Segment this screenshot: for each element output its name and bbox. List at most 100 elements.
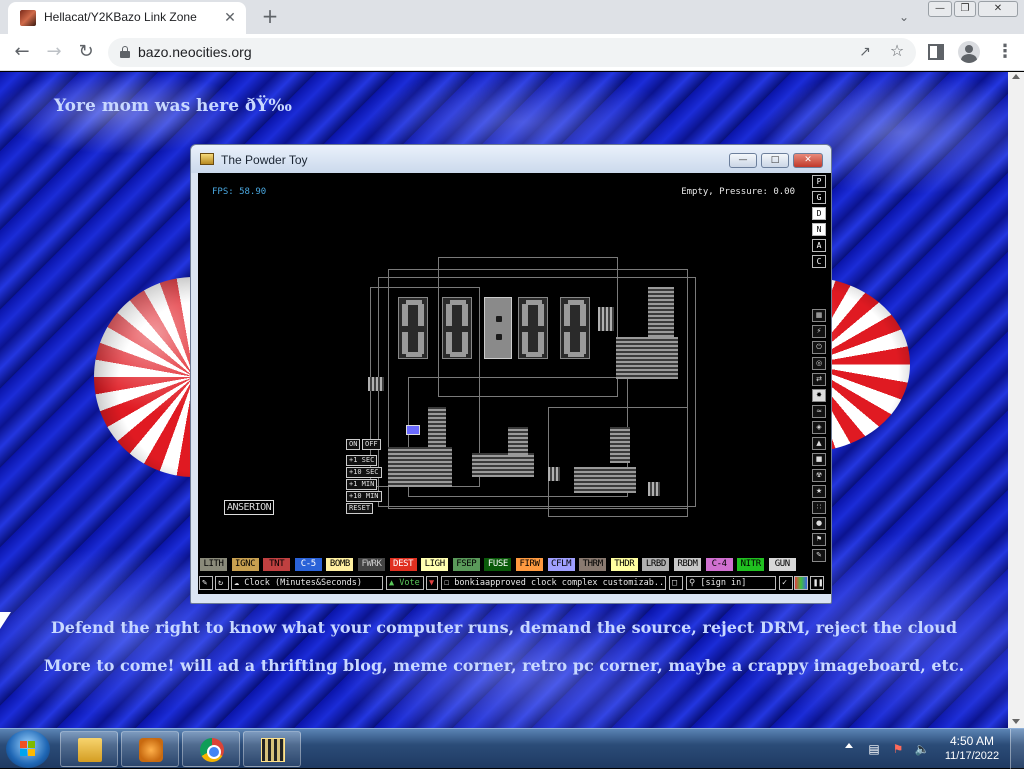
control-plus-10-min: +10 MIN [346,491,382,502]
tab-search-button[interactable]: ⌄ [893,7,915,27]
show-hidden-icons-icon[interactable] [845,743,853,748]
save-name-field[interactable]: ☁ Clock (Minutes&Seconds) [231,576,383,590]
element-fwrk[interactable]: FWRK [358,558,385,571]
clock-date[interactable]: 11/17/2022 [940,750,1004,762]
vote-up-button[interactable]: ▲ Vote [386,576,424,590]
lock-icon[interactable] [120,46,130,58]
powder-toy-titlebar[interactable]: The Powder Toy — □ ✕ [191,145,831,173]
side-panel-icon[interactable] [928,44,944,60]
menu-icon[interactable]: ⋮ [996,41,1014,63]
tab-strip: Hellacat/Y2KBazo Link Zone ✕ + ⌄ — ❐ ✕ [0,0,1024,34]
start-button[interactable] [6,730,50,768]
powder-toy-title: The Powder Toy [221,153,308,167]
control-off: OFF [362,439,381,450]
network-icon[interactable]: ▤ [866,741,882,757]
show-desktop-button[interactable] [1010,729,1024,769]
window-close-button[interactable]: ✕ [978,1,1018,17]
window-minimize-button[interactable]: — [928,1,952,17]
pressure-readout: Empty, Pressure: 0.00 [681,187,795,197]
category-particles-icon[interactable]: ∷ [812,501,826,514]
sign-in-label: [sign in] [700,578,747,588]
element-lrbd[interactable]: LRBD [642,558,670,571]
mode-color[interactable]: C [812,255,826,268]
category-powders-icon[interactable]: ▲ [812,437,826,450]
category-liquids-icon[interactable]: ◈ [812,421,826,434]
render-options-button[interactable] [794,576,808,590]
mode-decoration[interactable]: D [812,207,826,220]
element-c-5[interactable]: C-5 [294,558,322,571]
scroll-up-arrow-icon[interactable] [1012,74,1020,79]
browser-tab[interactable]: Hellacat/Y2KBazo Link Zone ✕ [8,2,246,34]
category-explosives-icon[interactable]: ✸ [812,389,826,402]
element-ligh[interactable]: LIGH [421,558,449,571]
share-icon[interactable]: ↗ [856,43,874,61]
category-decoration-icon[interactable]: ✎ [812,549,826,562]
color-marker [406,425,420,435]
mode-newtonian[interactable]: N [812,223,826,236]
category-special-icon[interactable]: ★ [812,485,826,498]
category-powered-icon[interactable]: ⏻ [812,341,826,354]
element-ignc[interactable]: IGNC [231,558,259,571]
window-restore-button[interactable]: ❐ [954,1,976,17]
page-scrollbar[interactable] [1008,72,1024,728]
category-tools-icon[interactable]: ⚑ [812,533,826,546]
element-nitr[interactable]: NITR [737,558,765,571]
address-bar[interactable]: bazo.neocities.org ↗ ☆ [108,38,916,67]
back-button[interactable]: ← [10,40,34,64]
element-thdr[interactable]: THDR [610,558,638,571]
action-center-flag-icon[interactable]: ⚑ [890,741,906,757]
reload-button[interactable]: ↻ [74,40,98,64]
pt-minimize-button[interactable]: — [729,153,757,168]
fps-readout: FPS: 58.90 [212,187,267,197]
pause-button[interactable]: ❚❚ [810,576,824,590]
category-force-icon[interactable]: ⇄ [812,373,826,386]
open-save-button[interactable]: ✎ [199,576,213,590]
taskbar-media-player-button[interactable] [121,731,179,767]
element-lith[interactable]: LITH [200,558,227,571]
element-fsep[interactable]: FSEP [452,558,480,571]
category-sensors-icon[interactable]: ◎ [812,357,826,370]
category-electronics-icon[interactable]: ⚡ [812,325,826,338]
scroll-down-arrow-icon[interactable] [1012,719,1020,724]
clock-time[interactable]: 4:50 AM [940,734,1004,748]
element-tnt[interactable]: TNT [263,558,291,571]
element-cflm[interactable]: CFLM [547,558,575,571]
settings-button[interactable]: ✓ [779,576,793,590]
element-dest[interactable]: DEST [389,558,417,571]
element-gun[interactable]: GUN [768,558,796,571]
url-text[interactable]: bazo.neocities.org [138,44,252,60]
vote-down-button[interactable]: ▼ [426,576,438,590]
taskbar-powder-toy-button[interactable] [243,731,301,767]
category-gases-icon[interactable]: ≈ [812,405,826,418]
powder-toy-bottom-bar: ✎ ↻ ☁ Clock (Minutes&Seconds) ▲ Vote ▼ ☐… [198,572,831,594]
star-icon[interactable]: ☆ [888,42,906,60]
taskbar-chrome-button[interactable] [182,731,240,767]
simulation-canvas[interactable]: FPS: 58.90 Empty, Pressure: 0.00 ON OFF … [198,173,809,555]
category-walls-icon[interactable]: ▦ [812,309,826,322]
element-fuse[interactable]: FUSE [484,558,512,571]
sign-in-button[interactable]: ⚲ [sign in] [686,576,776,590]
taskbar-explorer-button[interactable] [60,731,118,767]
element-thrm[interactable]: THRM [579,558,607,571]
element-rbdm[interactable]: RBDM [674,558,701,571]
element-firw[interactable]: FIRW [516,558,543,571]
new-sim-button[interactable]: □ [669,576,683,590]
taskbar: ▤ ⚑ 🔈 4:50 AM 11/17/2022 [0,728,1024,769]
description-field[interactable]: ☐ bonkiaapproved clock complex customiza… [441,576,666,590]
pt-maximize-button[interactable]: □ [761,153,789,168]
reload-sim-button[interactable]: ↻ [215,576,229,590]
volume-icon[interactable]: 🔈 [914,741,930,757]
new-tab-button[interactable]: + [258,5,282,29]
mode-ambient[interactable]: A [812,239,826,252]
mode-pressure[interactable]: P [812,175,826,188]
pt-close-button[interactable]: ✕ [793,153,823,168]
element-c-4[interactable]: C-4 [705,558,733,571]
category-radioactive-icon[interactable]: ☢ [812,469,826,482]
mode-gravity[interactable]: G [812,191,826,204]
category-life-icon[interactable]: ● [812,517,826,530]
forward-button[interactable]: → [42,40,66,64]
element-bomb[interactable]: BOMB [326,558,354,571]
tab-close-button[interactable]: ✕ [220,8,240,28]
category-solids-icon[interactable]: ■ [812,453,826,466]
profile-icon[interactable] [958,41,980,63]
